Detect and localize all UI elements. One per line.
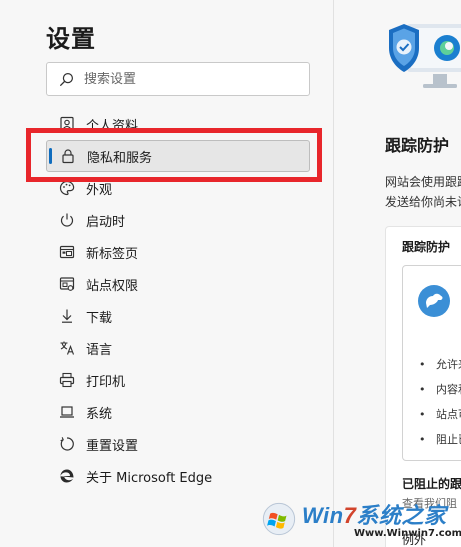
search-input[interactable] xyxy=(84,71,284,87)
sidebar-item-new-tab[interactable]: 新标签页 xyxy=(46,236,310,268)
sidebar-item-system[interactable]: 系统 xyxy=(46,396,310,428)
sidebar-item-label: 外观 xyxy=(86,182,113,198)
card-title: 跟踪防护 xyxy=(402,240,451,254)
sidebar-item-label: 新标签页 xyxy=(86,246,139,262)
sidebar-item-site-permissions[interactable]: 站点权限 xyxy=(46,268,310,300)
sidebar-item-label: 个人资料 xyxy=(86,118,139,134)
download-icon xyxy=(58,307,76,325)
privacy-illustration xyxy=(383,18,461,104)
sidebar-item-label: 启动时 xyxy=(86,214,126,230)
sidebar-item-reset[interactable]: 重置设置 xyxy=(46,428,310,460)
search-box[interactable] xyxy=(46,62,310,96)
sidebar-item-label: 隐私和服务 xyxy=(87,150,153,166)
section-heading: 跟踪防护 xyxy=(385,136,450,155)
sidebar-item-printers[interactable]: 打印机 xyxy=(46,364,310,396)
page-title: 设置 xyxy=(46,25,96,53)
tracking-level-icon xyxy=(418,285,450,317)
sidebar-item-label: 打印机 xyxy=(86,374,126,390)
sidebar-item-downloads[interactable]: 下载 xyxy=(46,300,310,332)
main-content: 跟踪防护 网站会使用跟踪器收集 发送给你尚未访问过的 跟踪防护 • 允许来 • … xyxy=(335,0,461,547)
windows-logo-icon xyxy=(262,502,296,535)
bullet-item: • 站点可 xyxy=(419,408,461,421)
section-description: 网站会使用跟踪器收集 发送给你尚未访问过的 xyxy=(385,172,461,212)
sidebar-item-label: 语言 xyxy=(86,342,113,358)
settings-nav: 个人资料 隐私和服务 外观 启动时 新标签页 站点权限 下载 语言 打印机 系统… xyxy=(46,108,310,492)
tracking-bullets: • 允许来 • 内容和 • 站点可 • 阻止已 xyxy=(419,356,461,456)
new-tab-icon xyxy=(58,243,76,261)
palette-icon xyxy=(58,179,76,197)
sidebar-item-label: 重置设置 xyxy=(86,438,139,454)
watermark-url: Www.Winwin7.com xyxy=(353,528,461,539)
profile-icon xyxy=(58,115,76,133)
sidebar-item-privacy[interactable]: 隐私和服务 xyxy=(46,140,310,172)
sidebar-item-label: 关于 Microsoft Edge xyxy=(86,470,213,486)
site-permissions-icon xyxy=(58,275,76,293)
reset-icon xyxy=(58,435,76,453)
sidebar-item-about[interactable]: 关于 Microsoft Edge xyxy=(46,460,310,492)
edge-logo-icon xyxy=(58,467,76,485)
watermark-text: Win7系统之家 Www.Winwin7.com xyxy=(302,498,461,539)
bullet-item: • 允许来 xyxy=(419,358,461,371)
site-watermark: Win7系统之家 Www.Winwin7.com xyxy=(262,490,461,547)
printer-icon xyxy=(58,371,76,389)
power-icon xyxy=(58,211,76,229)
bullet-item: • 阻止已 xyxy=(419,433,461,446)
laptop-icon xyxy=(58,403,76,421)
sidebar-item-startup[interactable]: 启动时 xyxy=(46,204,310,236)
sidebar-item-appearance[interactable]: 外观 xyxy=(46,172,310,204)
sidebar-item-label: 下载 xyxy=(86,310,113,326)
description-line: 发送给你尚未访问过的 xyxy=(385,195,461,209)
sidebar-item-profile[interactable]: 个人资料 xyxy=(46,108,310,140)
lock-icon xyxy=(59,147,77,165)
bullet-item: • 内容和 xyxy=(419,383,461,396)
language-icon xyxy=(58,339,76,357)
watermark-brand: Win7系统之家 xyxy=(301,503,447,528)
sidebar-item-languages[interactable]: 语言 xyxy=(46,332,310,364)
search-icon xyxy=(60,72,74,86)
tracking-level-option[interactable]: • 允许来 • 内容和 • 站点可 • 阻止已 xyxy=(402,265,461,461)
description-line: 网站会使用跟踪器收集 xyxy=(385,175,461,189)
sidebar-item-label: 系统 xyxy=(86,406,113,422)
sidebar-item-label: 站点权限 xyxy=(86,278,139,294)
settings-sidebar: 设置 个人资料 隐私和服务 外观 xyxy=(0,0,334,547)
